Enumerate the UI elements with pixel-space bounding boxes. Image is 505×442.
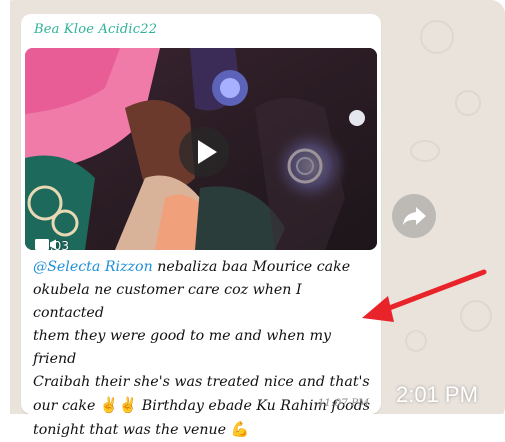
wallpaper-doodle [455,90,481,116]
wallpaper-doodle [460,300,492,332]
wallpaper-doodle [405,330,427,352]
message-timestamp: 11:07 PM [317,397,369,409]
caption-line-2: okubela ne customer care coz when I cont… [33,282,302,321]
caption-line-6: tonight that was the venue 💪 [33,418,373,442]
screen-edge [0,0,10,421]
play-button[interactable] [179,127,229,177]
flexed-biceps-emoji: 💪 [230,420,250,438]
victory-hand-emoji: ✌️ [118,396,138,414]
video-duration-bar: 0:03 [35,238,69,250]
screen-edge [0,414,505,421]
video-thumbnail[interactable]: 0:03 [25,48,377,250]
forward-icon [403,207,426,225]
caption-text: our cake [33,398,100,414]
video-camera-icon [35,239,56,250]
caption-line-1: @Selecta Rizzon nebaliza baa Mourice cak… [33,256,373,279]
caption-text: nebaliza baa Mourice cake [152,259,351,275]
forward-button[interactable] [392,194,436,238]
screenshot-clock: 2:01 PM [396,382,478,407]
message-bubble[interactable]: Bea Kloe Acidic22 @Selecta Rizzon nebali… [21,14,381,438]
caption-line-3: them they were good to me and when my fr… [33,328,332,367]
victory-hand-emoji: ✌️ [99,396,119,414]
sender-name[interactable]: Bea Kloe Acidic22 [34,22,157,37]
wallpaper-doodle [410,140,440,162]
wallpaper-doodle [420,20,454,54]
caption-text: tonight that was the venue [33,422,231,438]
mention-link[interactable]: @Selecta Rizzon [33,259,153,275]
play-icon [198,140,217,164]
caption-line-4: Craibah their she's was treated nice and… [33,374,370,390]
